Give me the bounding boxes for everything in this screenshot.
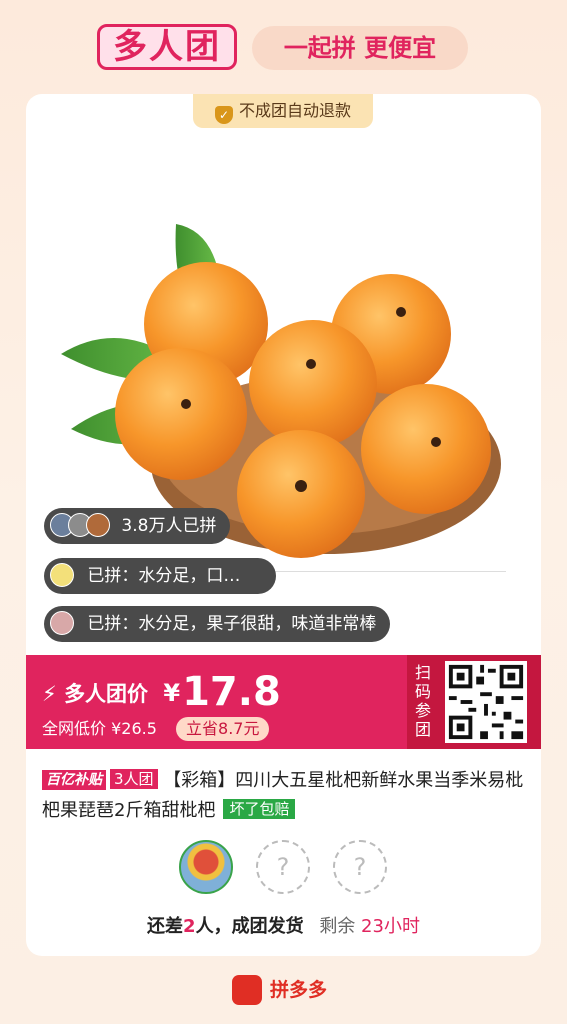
group-members: ? ?: [176, 840, 391, 900]
price-currency: ¥: [163, 679, 181, 707]
avatar: [50, 611, 74, 635]
group-price-label: 多人团价: [64, 682, 149, 706]
product-card[interactable]: ✓ 不成团自动退款 3.8万人已拼 已拼：水分足，口… 已拼：水分足，果子很甜，…: [26, 94, 541, 956]
status-suffix: 人，成团发货: [195, 916, 304, 937]
multi-group-badge: 多人团: [97, 24, 237, 70]
price-info: ⚡ 多人团价 ¥17.8 全网低价 ¥26.5 立省8.7元: [42, 655, 407, 749]
product-title-area: 百亿补贴 3人团 【彩箱】四川大五星枇杷新鲜水果当季米易枇杷果琵琶2斤箱甜枇杷 坏了…: [42, 766, 532, 826]
header: 多人团 一起拼 更便宜: [0, 22, 567, 74]
slogan: 一起拼 更便宜: [252, 26, 468, 70]
joined-count-text: 3.8万人已拼: [121, 516, 217, 536]
divider: [256, 571, 506, 572]
avatar: [86, 513, 110, 537]
scan-to-join[interactable]: 扫码参团: [407, 655, 541, 749]
status-prefix: 还差: [147, 916, 184, 937]
pinduoduo-logo-icon: [232, 975, 262, 1005]
group-price-value: 17.8: [182, 669, 281, 715]
market-price-value: ¥26.5: [111, 719, 157, 738]
empty-member-slot: ?: [333, 840, 387, 894]
brand-name: 拼多多: [270, 979, 328, 1001]
lightning-icon: ⚡: [42, 682, 57, 706]
price-bar[interactable]: ⚡ 多人团价 ¥17.8 全网低价 ¥26.5 立省8.7元 扫码参团: [26, 655, 541, 749]
guarantee-tag: 坏了包赔: [223, 799, 296, 819]
remain-label: 剩余: [319, 916, 356, 937]
qr-code-icon[interactable]: [445, 661, 527, 743]
shield-check-icon: ✓: [214, 106, 233, 124]
market-price-line: 全网低价 ¥26.5 立省8.7元: [42, 715, 270, 741]
status-count: 2: [183, 916, 196, 937]
save-tag: 立省8.7元: [176, 717, 270, 741]
market-price-label: 全网低价: [42, 719, 107, 738]
bubble-review-short: 已拼：水分足，口…: [44, 558, 276, 594]
refund-notice-text: 不成团自动退款: [238, 101, 351, 120]
review-text: 已拼：水分足，果子很甜，味道非常棒: [87, 614, 377, 634]
subsidy-tag: 百亿补贴: [42, 770, 106, 790]
member-avatar: [179, 840, 233, 894]
remain-time: 23小时: [361, 916, 420, 937]
group-size-tag: 3人团: [110, 769, 158, 789]
refund-notice: ✓ 不成团自动退款: [193, 94, 373, 128]
bubble-joined-count: 3.8万人已拼: [44, 508, 231, 544]
group-status: 还差2人，成团发货 剩余 23小时: [26, 912, 541, 938]
avatar: [50, 563, 74, 587]
group-price-line: ⚡ 多人团价 ¥17.8: [42, 669, 281, 715]
footer-brand: 拼多多: [232, 975, 352, 1007]
bubble-review: 已拼：水分足，果子很甜，味道非常棒: [44, 606, 391, 642]
review-text-short: 已拼：水分足，口…: [87, 566, 241, 586]
scan-label: 扫码参团: [414, 663, 431, 739]
empty-member-slot: ?: [256, 840, 310, 894]
